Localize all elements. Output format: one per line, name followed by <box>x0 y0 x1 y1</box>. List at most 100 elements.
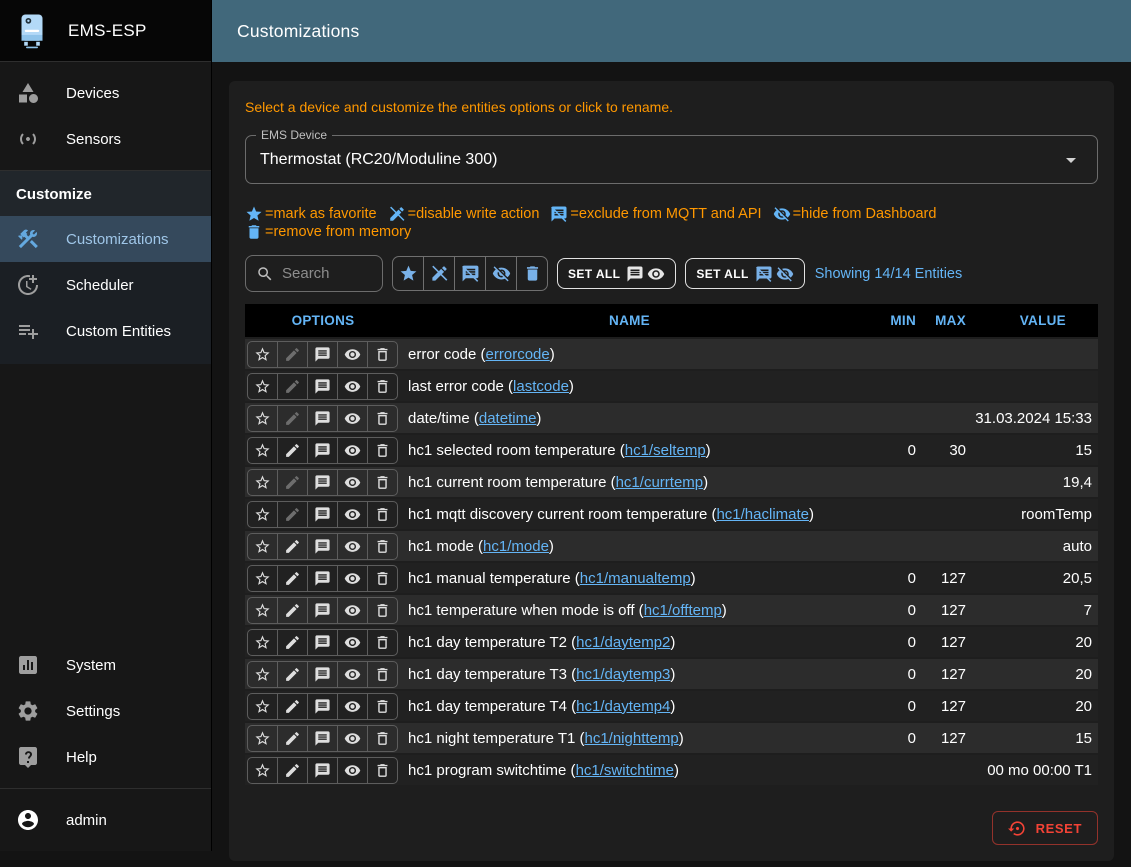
visibility-button[interactable] <box>337 405 368 432</box>
remove-button[interactable] <box>367 661 398 688</box>
entity-name[interactable]: hc1 manual temperature (hc1/manualtemp) <box>401 570 858 587</box>
remove-button[interactable] <box>367 405 398 432</box>
remove-button[interactable] <box>367 597 398 624</box>
sidebar-item-custom-entities[interactable]: Custom Entities <box>0 308 211 354</box>
entity-link[interactable]: hc1/daytemp2 <box>576 634 670 651</box>
favorite-button[interactable] <box>247 373 278 400</box>
entity-name[interactable]: date/time (datetime) <box>401 410 858 427</box>
sidebar-item-devices[interactable]: Devices <box>0 70 211 116</box>
set-all-button-1[interactable]: SET ALL <box>557 258 676 289</box>
ems-device-select[interactable]: EMS Device Thermostat (RC20/Moduline 300… <box>245 135 1098 184</box>
favorite-button[interactable] <box>247 597 278 624</box>
entity-link[interactable]: lastcode <box>513 378 569 395</box>
entity-link[interactable]: hc1/daytemp4 <box>576 698 670 715</box>
mqtt-exclude-button[interactable] <box>307 373 338 400</box>
visibility-button[interactable] <box>337 565 368 592</box>
mqtt-exclude-button[interactable] <box>307 533 338 560</box>
rename-button[interactable] <box>277 565 308 592</box>
visibility-button[interactable] <box>337 341 368 368</box>
visibility-button[interactable] <box>337 629 368 656</box>
entity-link[interactable]: hc1/haclimate <box>716 506 809 523</box>
filter-hidden-button[interactable] <box>485 256 517 291</box>
sidebar-item-help[interactable]: Help <box>0 734 211 780</box>
visibility-button[interactable] <box>337 373 368 400</box>
remove-button[interactable] <box>367 533 398 560</box>
visibility-button[interactable] <box>337 725 368 752</box>
sidebar-item-system[interactable]: System <box>0 642 211 688</box>
entity-link[interactable]: hc1/currtemp <box>616 474 704 491</box>
search-input[interactable] <box>282 265 372 282</box>
rename-button[interactable] <box>277 341 308 368</box>
remove-button[interactable] <box>367 341 398 368</box>
entity-name[interactable]: hc1 program switchtime (hc1/switchtime) <box>401 762 858 779</box>
mqtt-exclude-button[interactable] <box>307 597 338 624</box>
remove-button[interactable] <box>367 501 398 528</box>
entity-link[interactable]: hc1/manualtemp <box>580 570 691 587</box>
mqtt-exclude-button[interactable] <box>307 469 338 496</box>
favorite-button[interactable] <box>247 533 278 560</box>
mqtt-exclude-button[interactable] <box>307 693 338 720</box>
remove-button[interactable] <box>367 469 398 496</box>
favorite-button[interactable] <box>247 469 278 496</box>
sidebar-item-sensors[interactable]: Sensors <box>0 116 211 162</box>
visibility-button[interactable] <box>337 501 368 528</box>
entity-name[interactable]: hc1 temperature when mode is off (hc1/of… <box>401 602 858 619</box>
mqtt-exclude-button[interactable] <box>307 341 338 368</box>
entity-name[interactable]: hc1 mode (hc1/mode) <box>401 538 858 555</box>
entity-name[interactable]: error code (errorcode) <box>401 346 858 363</box>
visibility-button[interactable] <box>337 533 368 560</box>
visibility-button[interactable] <box>337 469 368 496</box>
entity-name[interactable]: hc1 mqtt discovery current room temperat… <box>401 506 858 523</box>
rename-button[interactable] <box>277 693 308 720</box>
rename-button[interactable] <box>277 501 308 528</box>
reset-button[interactable]: RESET <box>992 811 1098 845</box>
visibility-button[interactable] <box>337 757 368 784</box>
entity-name[interactable]: hc1 selected room temperature (hc1/selte… <box>401 442 858 459</box>
entity-link[interactable]: hc1/seltemp <box>625 442 706 459</box>
sidebar-item-admin[interactable]: admin <box>0 797 211 843</box>
favorite-button[interactable] <box>247 341 278 368</box>
mqtt-exclude-button[interactable] <box>307 405 338 432</box>
favorite-button[interactable] <box>247 693 278 720</box>
entity-name[interactable]: last error code (lastcode) <box>401 378 858 395</box>
remove-button[interactable] <box>367 757 398 784</box>
favorite-button[interactable] <box>247 437 278 464</box>
sidebar-item-customizations[interactable]: Customizations <box>0 216 211 262</box>
rename-button[interactable] <box>277 437 308 464</box>
favorite-button[interactable] <box>247 501 278 528</box>
entity-link[interactable]: hc1/mode <box>483 538 549 555</box>
entity-name[interactable]: hc1 day temperature T2 (hc1/daytemp2) <box>401 634 858 651</box>
favorite-button[interactable] <box>247 629 278 656</box>
favorite-button[interactable] <box>247 661 278 688</box>
rename-button[interactable] <box>277 405 308 432</box>
entity-link[interactable]: errorcode <box>486 346 550 363</box>
set-all-button-2[interactable]: SET ALL <box>685 258 804 289</box>
remove-button[interactable] <box>367 373 398 400</box>
sidebar-item-settings[interactable]: Settings <box>0 688 211 734</box>
visibility-button[interactable] <box>337 661 368 688</box>
entity-name[interactable]: hc1 day temperature T3 (hc1/daytemp3) <box>401 666 858 683</box>
mqtt-exclude-button[interactable] <box>307 629 338 656</box>
entity-name[interactable]: hc1 night temperature T1 (hc1/nighttemp) <box>401 730 858 747</box>
rename-button[interactable] <box>277 757 308 784</box>
entity-link[interactable]: hc1/daytemp3 <box>576 666 670 683</box>
favorite-button[interactable] <box>247 757 278 784</box>
remove-button[interactable] <box>367 565 398 592</box>
entity-name[interactable]: hc1 day temperature T4 (hc1/daytemp4) <box>401 698 858 715</box>
entity-link[interactable]: hc1/offtemp <box>644 602 722 619</box>
entity-link[interactable]: datetime <box>479 410 537 427</box>
favorite-button[interactable] <box>247 565 278 592</box>
mqtt-exclude-button[interactable] <box>307 725 338 752</box>
favorite-button[interactable] <box>247 405 278 432</box>
filter-removed-button[interactable] <box>516 256 548 291</box>
remove-button[interactable] <box>367 725 398 752</box>
rename-button[interactable] <box>277 725 308 752</box>
rename-button[interactable] <box>277 469 308 496</box>
visibility-button[interactable] <box>337 437 368 464</box>
visibility-button[interactable] <box>337 597 368 624</box>
mqtt-exclude-button[interactable] <box>307 661 338 688</box>
rename-button[interactable] <box>277 661 308 688</box>
mqtt-exclude-button[interactable] <box>307 437 338 464</box>
rename-button[interactable] <box>277 597 308 624</box>
filter-mqtt-excluded-button[interactable] <box>454 256 486 291</box>
